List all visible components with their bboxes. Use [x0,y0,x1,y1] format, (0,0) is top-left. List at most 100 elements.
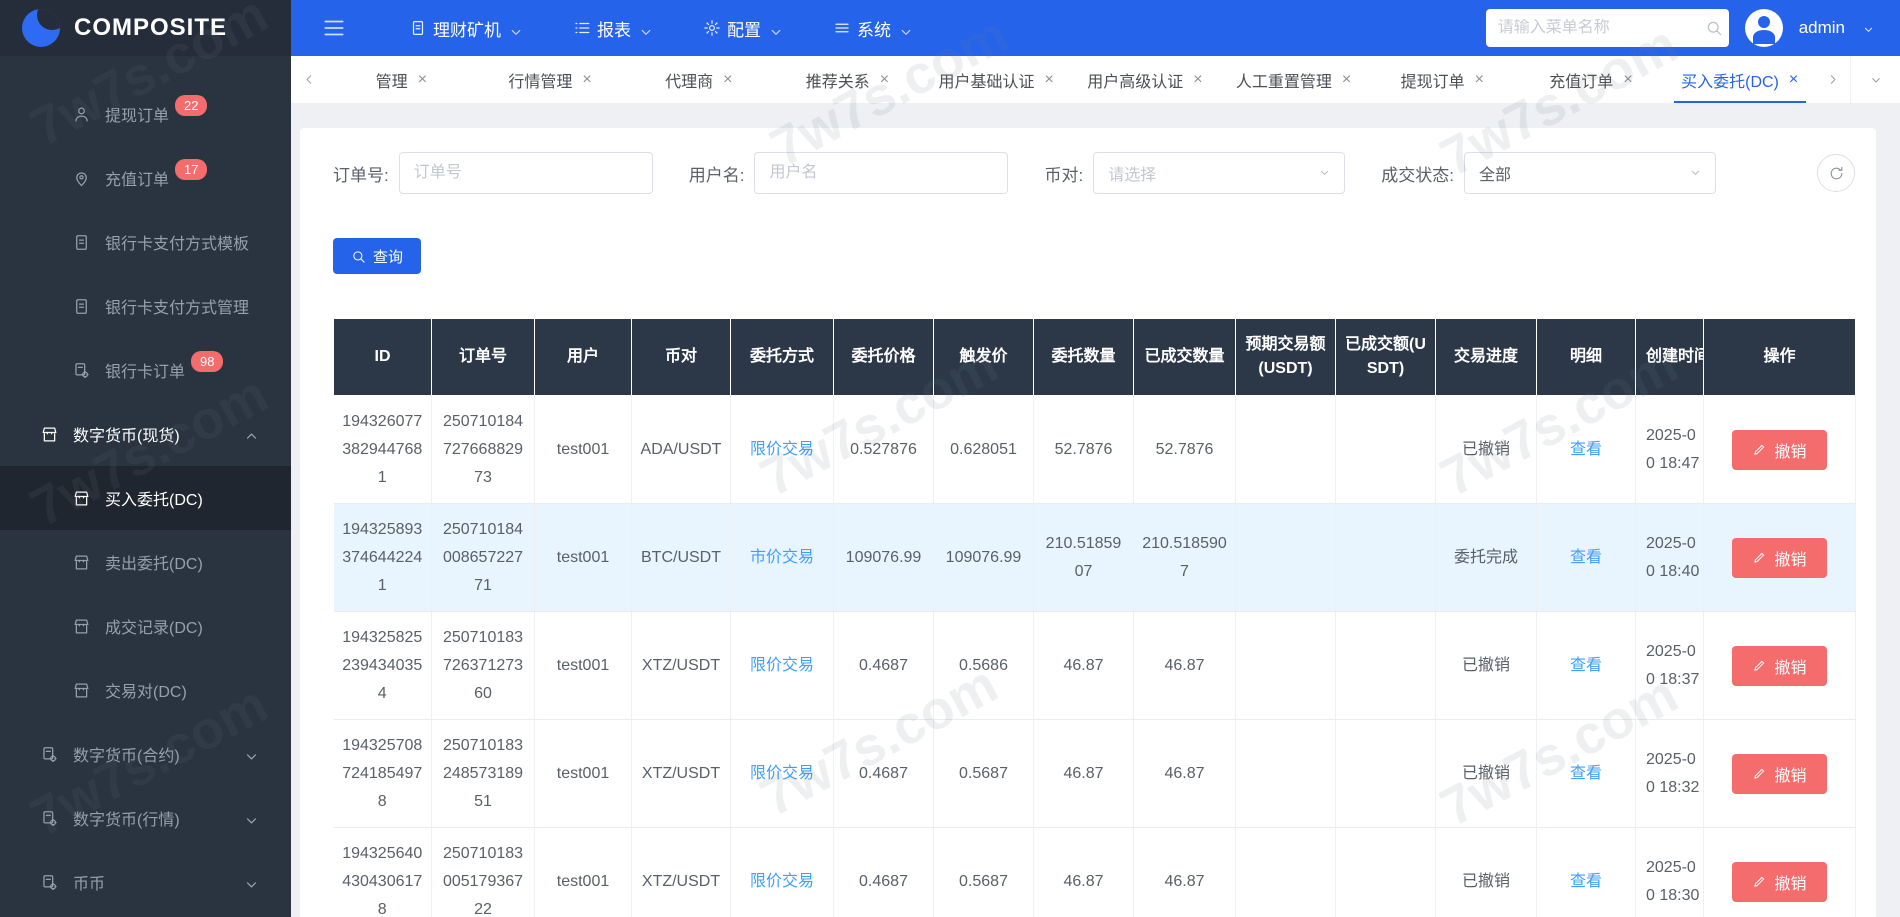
cancel-order-button[interactable]: 撤销 [1732,862,1827,902]
shop-icon [72,681,91,700]
status-select[interactable]: 全部 [1464,152,1716,194]
cell-type[interactable]: 限价交易 [731,612,834,720]
close-icon[interactable]: × [582,71,591,89]
close-icon[interactable]: × [1045,71,1054,89]
view-detail-link[interactable]: 查看 [1570,549,1602,566]
menu-search-input[interactable] [1498,19,1705,37]
tab-用户基础认证[interactable]: 用户基础认证 × [922,56,1071,103]
close-icon[interactable]: × [1342,71,1351,89]
sidebar-item-银行卡支付方式管理[interactable]: 银行卡支付方式管理 [0,274,291,338]
cell-pair: BTC/USDT [632,504,731,612]
tab-代理商[interactable]: 代理商 × [624,56,773,103]
close-icon[interactable]: × [1623,71,1632,89]
tabs-scroll-right-button[interactable] [1814,72,1850,87]
close-icon[interactable]: × [418,71,427,89]
sidebar-item-银行卡订单[interactable]: 银行卡订单 98 [0,338,291,402]
avatar-person-icon [1758,16,1770,28]
refresh-button[interactable] [1817,154,1855,192]
cancel-button-label: 撤销 [1774,870,1806,894]
close-icon[interactable]: × [1475,71,1484,89]
view-detail-link[interactable]: 查看 [1570,873,1602,890]
sidebar-item-卖出委托(DC)[interactable]: 卖出委托(DC) [0,530,291,594]
cancel-button-label: 撤销 [1774,438,1806,462]
hamburger-menu-button[interactable] [321,15,347,41]
table-row: 194325893374644224125071018400865722771t… [334,504,1856,612]
topnav-menu-2[interactable]: 配置 [681,0,803,56]
close-icon[interactable]: × [1789,71,1798,89]
doc-icon [72,233,91,252]
edit-icon [1752,766,1767,781]
topnav-menu-3[interactable]: 系统 [811,0,933,56]
view-detail-link[interactable]: 查看 [1570,765,1602,782]
cell-action: 撤销 [1704,612,1856,720]
sidebar-item-币币[interactable]: 币币 [0,850,291,914]
cell-created: 2025-0 0 18:30 [1636,828,1704,917]
view-detail-link[interactable]: 查看 [1570,657,1602,674]
cell-qty: 210.5185907 [1034,504,1134,612]
tab-行情管理[interactable]: 行情管理 × [476,56,625,103]
menu-search-box [1486,9,1729,47]
tab-买入委托(DC)[interactable]: 买入委托(DC) × [1665,56,1814,103]
cell-pair: XTZ/USDT [632,828,731,917]
tab-bar: 管理 × 行情管理 × 代理商 × 推荐关系 × 用户基础认证 × 用户高级认证… [291,56,1900,104]
pair-select[interactable]: 请选择 [1093,152,1345,194]
cell-type[interactable]: 限价交易 [731,828,834,917]
gear-icon [703,19,721,37]
tab-用户高级认证[interactable]: 用户高级认证 × [1071,56,1220,103]
sidebar-item-label: 数字货币(合约) [73,742,180,766]
sidebar-item-数字货币(合约)[interactable]: 数字货币(合约) [0,722,291,786]
tabs-dropdown-button[interactable] [1850,56,1900,103]
doc-gear-icon [40,873,59,892]
close-icon[interactable]: × [1193,71,1202,89]
cell-type[interactable]: 市价交易 [731,504,834,612]
cancel-order-button[interactable]: 撤销 [1732,538,1827,578]
username-input[interactable] [754,152,1008,194]
tabs-scroll-left-button[interactable] [291,72,327,87]
close-icon[interactable]: × [880,71,889,89]
sidebar-item-提现订单[interactable]: 提现订单 22 [0,82,291,146]
topnav-menu-0[interactable]: 理财矿机 [387,0,543,56]
view-detail-link[interactable]: 查看 [1570,441,1602,458]
cell-created: 2025-0 0 18:40 [1636,504,1704,612]
doc-gear-icon [72,361,91,380]
tab-推荐关系[interactable]: 推荐关系 × [773,56,922,103]
sidebar-item-交易对(DC)[interactable]: 交易对(DC) [0,658,291,722]
doc-gear-icon [40,745,59,764]
tab-管理[interactable]: 管理 × [327,56,476,103]
tab-充值订单[interactable]: 充值订单 × [1517,56,1666,103]
shop-icon [72,617,91,636]
topnav-menu-label: 系统 [857,16,891,41]
sidebar-item-数字货币(行情)[interactable]: 数字货币(行情) [0,786,291,850]
sidebar-item-银行卡支付方式模板[interactable]: 银行卡支付方式模板 [0,210,291,274]
order-no-input[interactable] [399,152,653,194]
cancel-order-button[interactable]: 撤销 [1732,646,1827,686]
cell-expected [1236,612,1336,720]
avatar[interactable] [1745,9,1783,47]
cell-expected [1236,504,1336,612]
username-label[interactable]: admin [1799,18,1845,38]
sidebar-item-充值订单[interactable]: 充值订单 17 [0,146,291,210]
tab-提现订单[interactable]: 提现订单 × [1368,56,1517,103]
count-badge: 17 [175,159,207,180]
column-header-委托数量: 委托数量 [1034,319,1134,396]
tab-label: 用户高级认证 [1087,68,1183,92]
sidebar-item-成交记录(DC)[interactable]: 成交记录(DC) [0,594,291,658]
cell-order_no: 25071018400865722771 [432,504,535,612]
cell-created: 2025-0 0 18:37 [1636,612,1704,720]
cell-filled_qty: 46.87 [1134,720,1236,828]
close-icon[interactable]: × [723,71,732,89]
sidebar-item-买入委托(DC)[interactable]: 买入委托(DC) [0,466,291,530]
tab-label: 行情管理 [508,68,572,92]
table-row: 194325708724185497825071018324857318951t… [334,720,1856,828]
cell-type[interactable]: 限价交易 [731,720,834,828]
cell-type[interactable]: 限价交易 [731,396,834,504]
query-button-label: 查询 [373,246,403,267]
cancel-order-button[interactable]: 撤销 [1732,754,1827,794]
sidebar-item-数字货币(现货)[interactable]: 数字货币(现货) [0,402,291,466]
user-icon [72,105,91,124]
tab-人工重置管理[interactable]: 人工重置管理 × [1219,56,1368,103]
cancel-order-button[interactable]: 撤销 [1732,430,1827,470]
topnav-menu-1[interactable]: 报表 [551,0,673,56]
created-line2: 0 18:30 [1646,882,1703,910]
query-button[interactable]: 查询 [333,238,421,274]
